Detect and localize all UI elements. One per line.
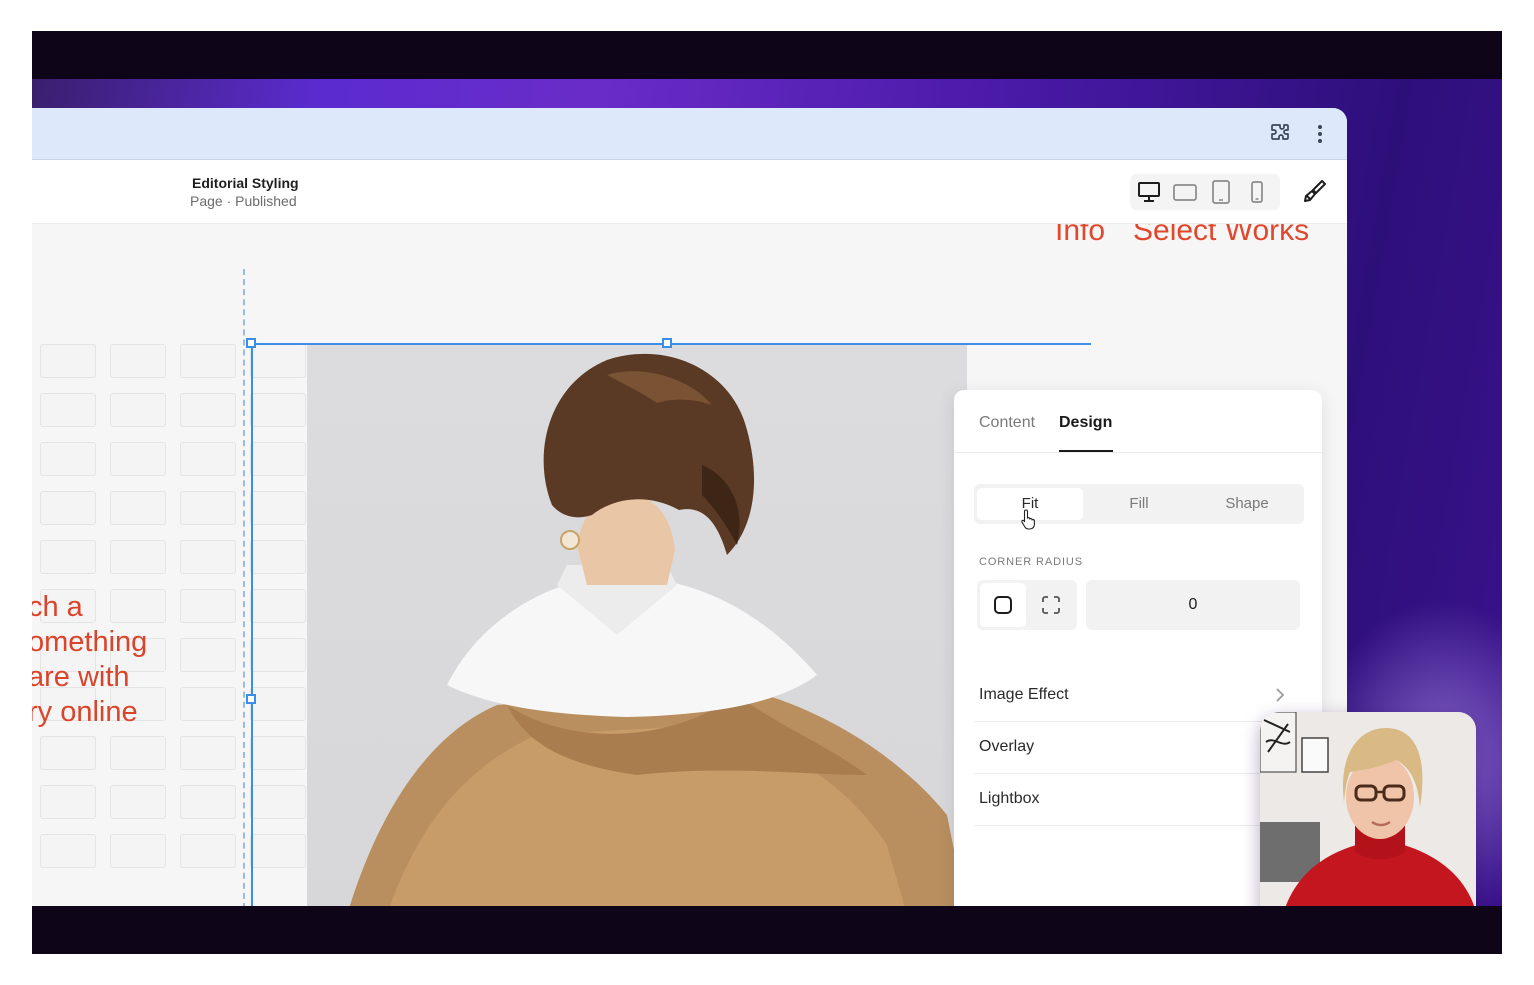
row-label: Image Effect xyxy=(979,686,1069,703)
grid-cell xyxy=(180,589,236,623)
grid-cell xyxy=(40,834,96,868)
nav-link-info[interactable]: Info xyxy=(1055,224,1105,246)
grid-cell xyxy=(180,736,236,770)
editor-header: Editorial Styling Page · Published xyxy=(32,160,1347,224)
desktop-background: Editorial Styling Page · Published Info … xyxy=(32,79,1502,906)
row-label: Lightbox xyxy=(979,790,1040,807)
corner-all-button[interactable] xyxy=(980,583,1026,627)
corner-individual-button[interactable] xyxy=(1028,583,1074,627)
grid-cell xyxy=(40,785,96,819)
body-text-block[interactable]: ch a omething are with ry online xyxy=(32,590,147,730)
grid-cell xyxy=(180,344,236,378)
tablet-landscape-icon[interactable] xyxy=(1172,180,1198,204)
fill-option[interactable]: Fill xyxy=(1086,488,1192,520)
phone-icon[interactable] xyxy=(1244,180,1270,204)
body-text-line: ry online xyxy=(32,696,138,728)
grid-cell xyxy=(180,491,236,525)
grid-cell xyxy=(110,540,166,574)
alignment-guide xyxy=(243,269,245,906)
page-status: Page · Published xyxy=(190,193,297,209)
image-effect-row[interactable]: Image Effect xyxy=(974,670,1304,722)
resize-handle-top-left[interactable] xyxy=(246,338,256,348)
resize-handle-top[interactable] xyxy=(662,338,672,348)
shape-option[interactable]: Shape xyxy=(1194,488,1300,520)
extensions-icon[interactable] xyxy=(1268,122,1292,146)
grid-cell xyxy=(180,540,236,574)
corner-radius-label: CORNER RADIUS xyxy=(979,556,1083,568)
grid-cell xyxy=(110,393,166,427)
presenter-webcam xyxy=(1260,712,1476,906)
grid-cell xyxy=(40,736,96,770)
desktop-icon[interactable] xyxy=(1136,180,1162,204)
grid-cell xyxy=(180,785,236,819)
panel-divider xyxy=(954,452,1322,453)
grid-cell xyxy=(110,834,166,868)
body-text-line: ch a xyxy=(32,591,83,623)
grid-cell xyxy=(180,687,236,721)
lightbox-row[interactable]: Lightbox xyxy=(974,774,1304,826)
tablet-portrait-icon[interactable] xyxy=(1208,180,1234,204)
grid-cell xyxy=(40,344,96,378)
grid-cell xyxy=(180,834,236,868)
browser-toolbar xyxy=(32,108,1347,160)
resize-handle-left[interactable] xyxy=(246,694,256,704)
page-title[interactable]: Editorial Styling xyxy=(192,175,299,191)
body-text-line: omething xyxy=(32,626,148,658)
grid-cell xyxy=(180,442,236,476)
body-text-line: are with xyxy=(32,661,130,693)
hand-cursor-icon xyxy=(1019,508,1039,530)
grid-cell xyxy=(40,540,96,574)
grid-cell xyxy=(110,736,166,770)
paintbrush-icon[interactable] xyxy=(1300,178,1328,206)
tab-design[interactable]: Design xyxy=(1059,414,1112,432)
grid-cell xyxy=(110,442,166,476)
row-label: Overlay xyxy=(979,738,1035,755)
grid-cell xyxy=(110,785,166,819)
video-frame: Editorial Styling Page · Published Info … xyxy=(32,31,1502,954)
grid-cell xyxy=(180,393,236,427)
grid-cell xyxy=(40,491,96,525)
grid-cell xyxy=(110,344,166,378)
device-preview-switcher xyxy=(1130,174,1280,210)
grid-cell xyxy=(180,638,236,672)
grid-cell xyxy=(40,442,96,476)
chevron-right-icon xyxy=(1272,686,1288,704)
rounded-square-icon xyxy=(993,595,1013,620)
overlay-row[interactable]: Overlay xyxy=(974,722,1304,774)
tab-content[interactable]: Content xyxy=(979,414,1035,432)
grid-cell xyxy=(40,393,96,427)
grid-cell xyxy=(110,491,166,525)
corner-brackets-icon xyxy=(1041,595,1061,620)
more-vertical-icon[interactable] xyxy=(1308,122,1332,146)
corner-radius-input[interactable]: 0 xyxy=(1086,580,1300,630)
corner-mode-toggle xyxy=(977,580,1077,630)
nav-link-select-works[interactable]: Select Works xyxy=(1133,224,1309,246)
